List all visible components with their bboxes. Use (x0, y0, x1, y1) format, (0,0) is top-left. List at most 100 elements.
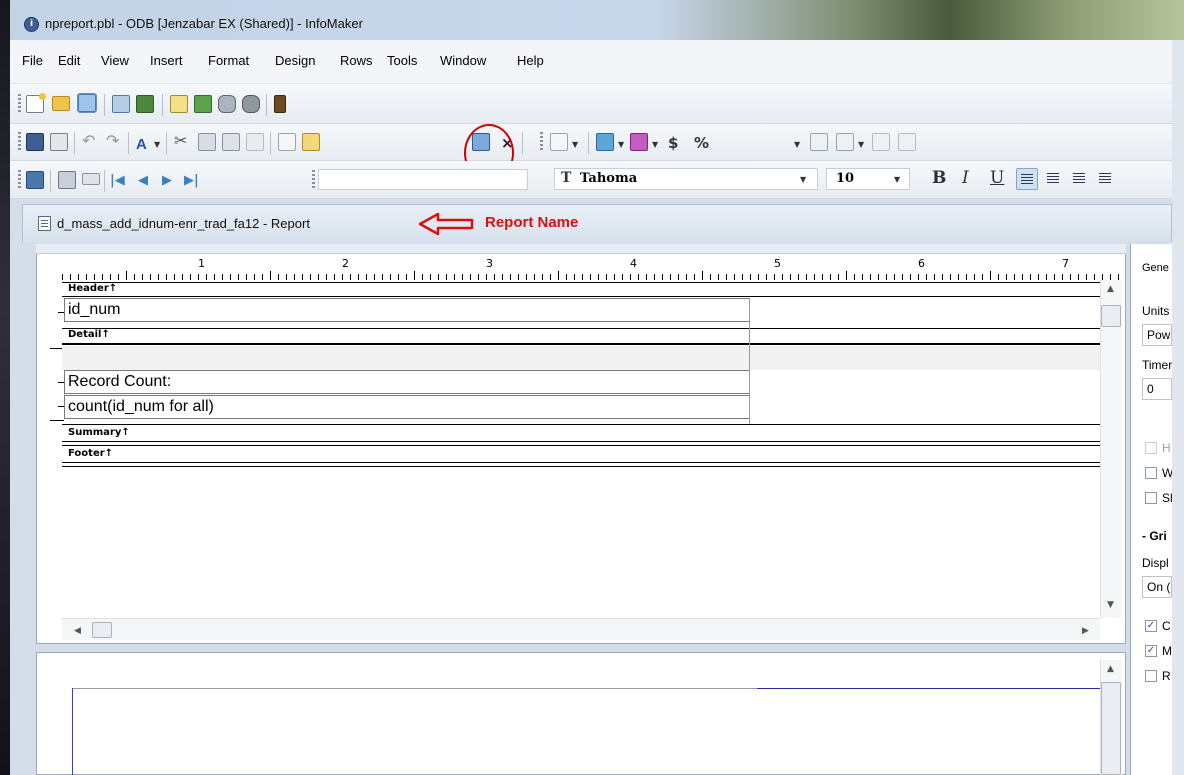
menu-window[interactable]: Window (440, 53, 486, 68)
scroll-up-arrow[interactable]: ▲ (1107, 664, 1114, 674)
menu-design[interactable]: Design (275, 53, 315, 68)
grid-icon[interactable] (810, 133, 828, 151)
menu-help[interactable]: Help (517, 53, 544, 68)
toolbar-grip[interactable] (312, 170, 315, 190)
menu-view[interactable]: View (101, 53, 129, 68)
open-folder-icon[interactable] (52, 96, 70, 111)
clear-icon[interactable] (246, 133, 264, 151)
database-profile-icon[interactable] (218, 95, 236, 113)
exit-icon[interactable] (274, 95, 286, 113)
run-report-icon[interactable] (136, 95, 154, 113)
toolbar-grip[interactable] (540, 132, 543, 152)
align-dropdown-arrow[interactable]: ▼ (572, 140, 578, 149)
delete-row-icon[interactable] (82, 173, 100, 185)
scrollbar-thumb[interactable] (92, 622, 112, 638)
scroll-down-arrow[interactable]: ▼ (1107, 600, 1114, 610)
header-band-label[interactable]: Header↑ (68, 283, 118, 295)
underline-button[interactable]: U (990, 168, 1004, 188)
scroll-left-arrow[interactable]: ◀ (74, 626, 81, 636)
format-dropdown-arrow[interactable]: ▼ (794, 140, 800, 149)
align-left-button[interactable] (1016, 168, 1038, 190)
text-color-dropdown-arrow[interactable]: ▼ (652, 140, 658, 149)
cut-icon[interactable]: ✂ (174, 133, 192, 151)
insert-row-icon[interactable] (58, 171, 76, 189)
checkbox-w[interactable] (1145, 467, 1157, 479)
new-icon[interactable] (26, 93, 46, 113)
prior-page-icon[interactable]: ◀ (138, 173, 148, 188)
detail-band-area[interactable] (62, 346, 1100, 370)
display-select[interactable]: On ( (1142, 576, 1172, 598)
design-vertical-scrollbar[interactable] (1100, 280, 1122, 618)
query-icon[interactable] (170, 95, 188, 113)
checkbox-m[interactable]: ✓ (1145, 645, 1157, 657)
timer-input[interactable]: 0 (1142, 378, 1172, 400)
toolbar-grip[interactable] (18, 132, 21, 152)
menu-insert[interactable]: Insert (150, 53, 183, 68)
menu-tools[interactable]: Tools (387, 53, 417, 68)
summary-band-label[interactable]: Summary↑ (68, 427, 130, 439)
scroll-right-arrow[interactable]: ▶ (1082, 626, 1089, 636)
italic-button[interactable]: I (962, 168, 969, 188)
checkbox-s[interactable] (1145, 492, 1157, 504)
sort-icon[interactable] (278, 133, 296, 151)
units-select[interactable]: Pow (1142, 324, 1172, 346)
scrollbar-thumb[interactable] (1101, 305, 1121, 327)
last-page-icon[interactable]: ▶| (184, 173, 199, 188)
copy-icon[interactable] (198, 133, 216, 151)
menu-rows[interactable]: Rows (340, 53, 373, 68)
toolbar-grip[interactable] (18, 170, 21, 190)
filter-icon[interactable] (302, 133, 320, 151)
footer-band-label[interactable]: Footer↑ (68, 448, 114, 460)
align-icon[interactable] (550, 133, 568, 151)
columns-icon[interactable] (898, 133, 916, 151)
print-icon[interactable] (50, 133, 68, 151)
grid-section-header[interactable]: - Gri (1142, 529, 1172, 543)
pane-splitter[interactable] (36, 644, 1126, 652)
save-icon[interactable] (26, 133, 44, 151)
space-dropdown-arrow[interactable]: ▼ (858, 140, 864, 149)
percent-format-icon[interactable]: % (694, 134, 709, 152)
redo-icon[interactable]: ↷ (106, 133, 124, 151)
fill-color-icon[interactable] (596, 133, 614, 151)
undo-icon[interactable]: ↶ (82, 133, 100, 151)
menu-format[interactable]: Format (208, 53, 249, 68)
menu-edit[interactable]: Edit (58, 53, 80, 68)
align-center-button[interactable] (1044, 170, 1062, 188)
checkbox-r[interactable] (1145, 670, 1157, 682)
font-name-dropdown-arrow[interactable]: ▼ (800, 175, 806, 184)
preview-icon[interactable] (77, 93, 97, 113)
paste-icon[interactable] (222, 133, 240, 151)
design-horizontal-scrollbar[interactable] (62, 618, 1100, 640)
fill-color-dropdown-arrow[interactable]: ▼ (618, 140, 624, 149)
record-count-label[interactable]: Record Count: (64, 370, 750, 394)
toolbar-grip[interactable] (18, 94, 21, 114)
checkbox-h[interactable] (1145, 442, 1157, 454)
retrieve-icon[interactable] (26, 171, 44, 189)
checkbox-c[interactable]: ✓ (1145, 620, 1157, 632)
text-icon[interactable]: A (136, 136, 147, 153)
justify-button[interactable] (1096, 170, 1114, 188)
font-size-dropdown-arrow[interactable]: ▼ (894, 175, 900, 184)
control-name-box[interactable] (318, 169, 528, 190)
size-icon[interactable] (872, 133, 890, 151)
form-icon[interactable] (194, 95, 212, 113)
detail-band-label[interactable]: Detail↑ (68, 329, 110, 341)
align-right-button[interactable] (1070, 170, 1088, 188)
infomaker-icon[interactable]: i (24, 17, 39, 32)
scrollbar-thumb[interactable] (1101, 682, 1121, 775)
column-boundary (749, 298, 750, 424)
next-page-icon[interactable]: ▶ (162, 173, 172, 188)
id-num-column[interactable]: id_num (64, 298, 750, 322)
currency-format-icon[interactable]: $ (668, 134, 678, 152)
scroll-up-arrow[interactable]: ▲ (1107, 284, 1114, 294)
database-icon[interactable] (242, 95, 260, 113)
general-tab[interactable]: Gene (1142, 262, 1172, 274)
count-computed-field[interactable]: count(id_num for all) (64, 395, 750, 419)
text-color-icon[interactable] (630, 133, 648, 151)
report-icon[interactable] (112, 95, 130, 113)
menu-file[interactable]: File (22, 53, 43, 68)
bold-button[interactable]: B (932, 168, 946, 188)
space-icon[interactable] (836, 133, 854, 151)
first-page-icon[interactable]: |◀ (110, 173, 125, 188)
text-dropdown-arrow[interactable]: ▼ (154, 140, 160, 149)
